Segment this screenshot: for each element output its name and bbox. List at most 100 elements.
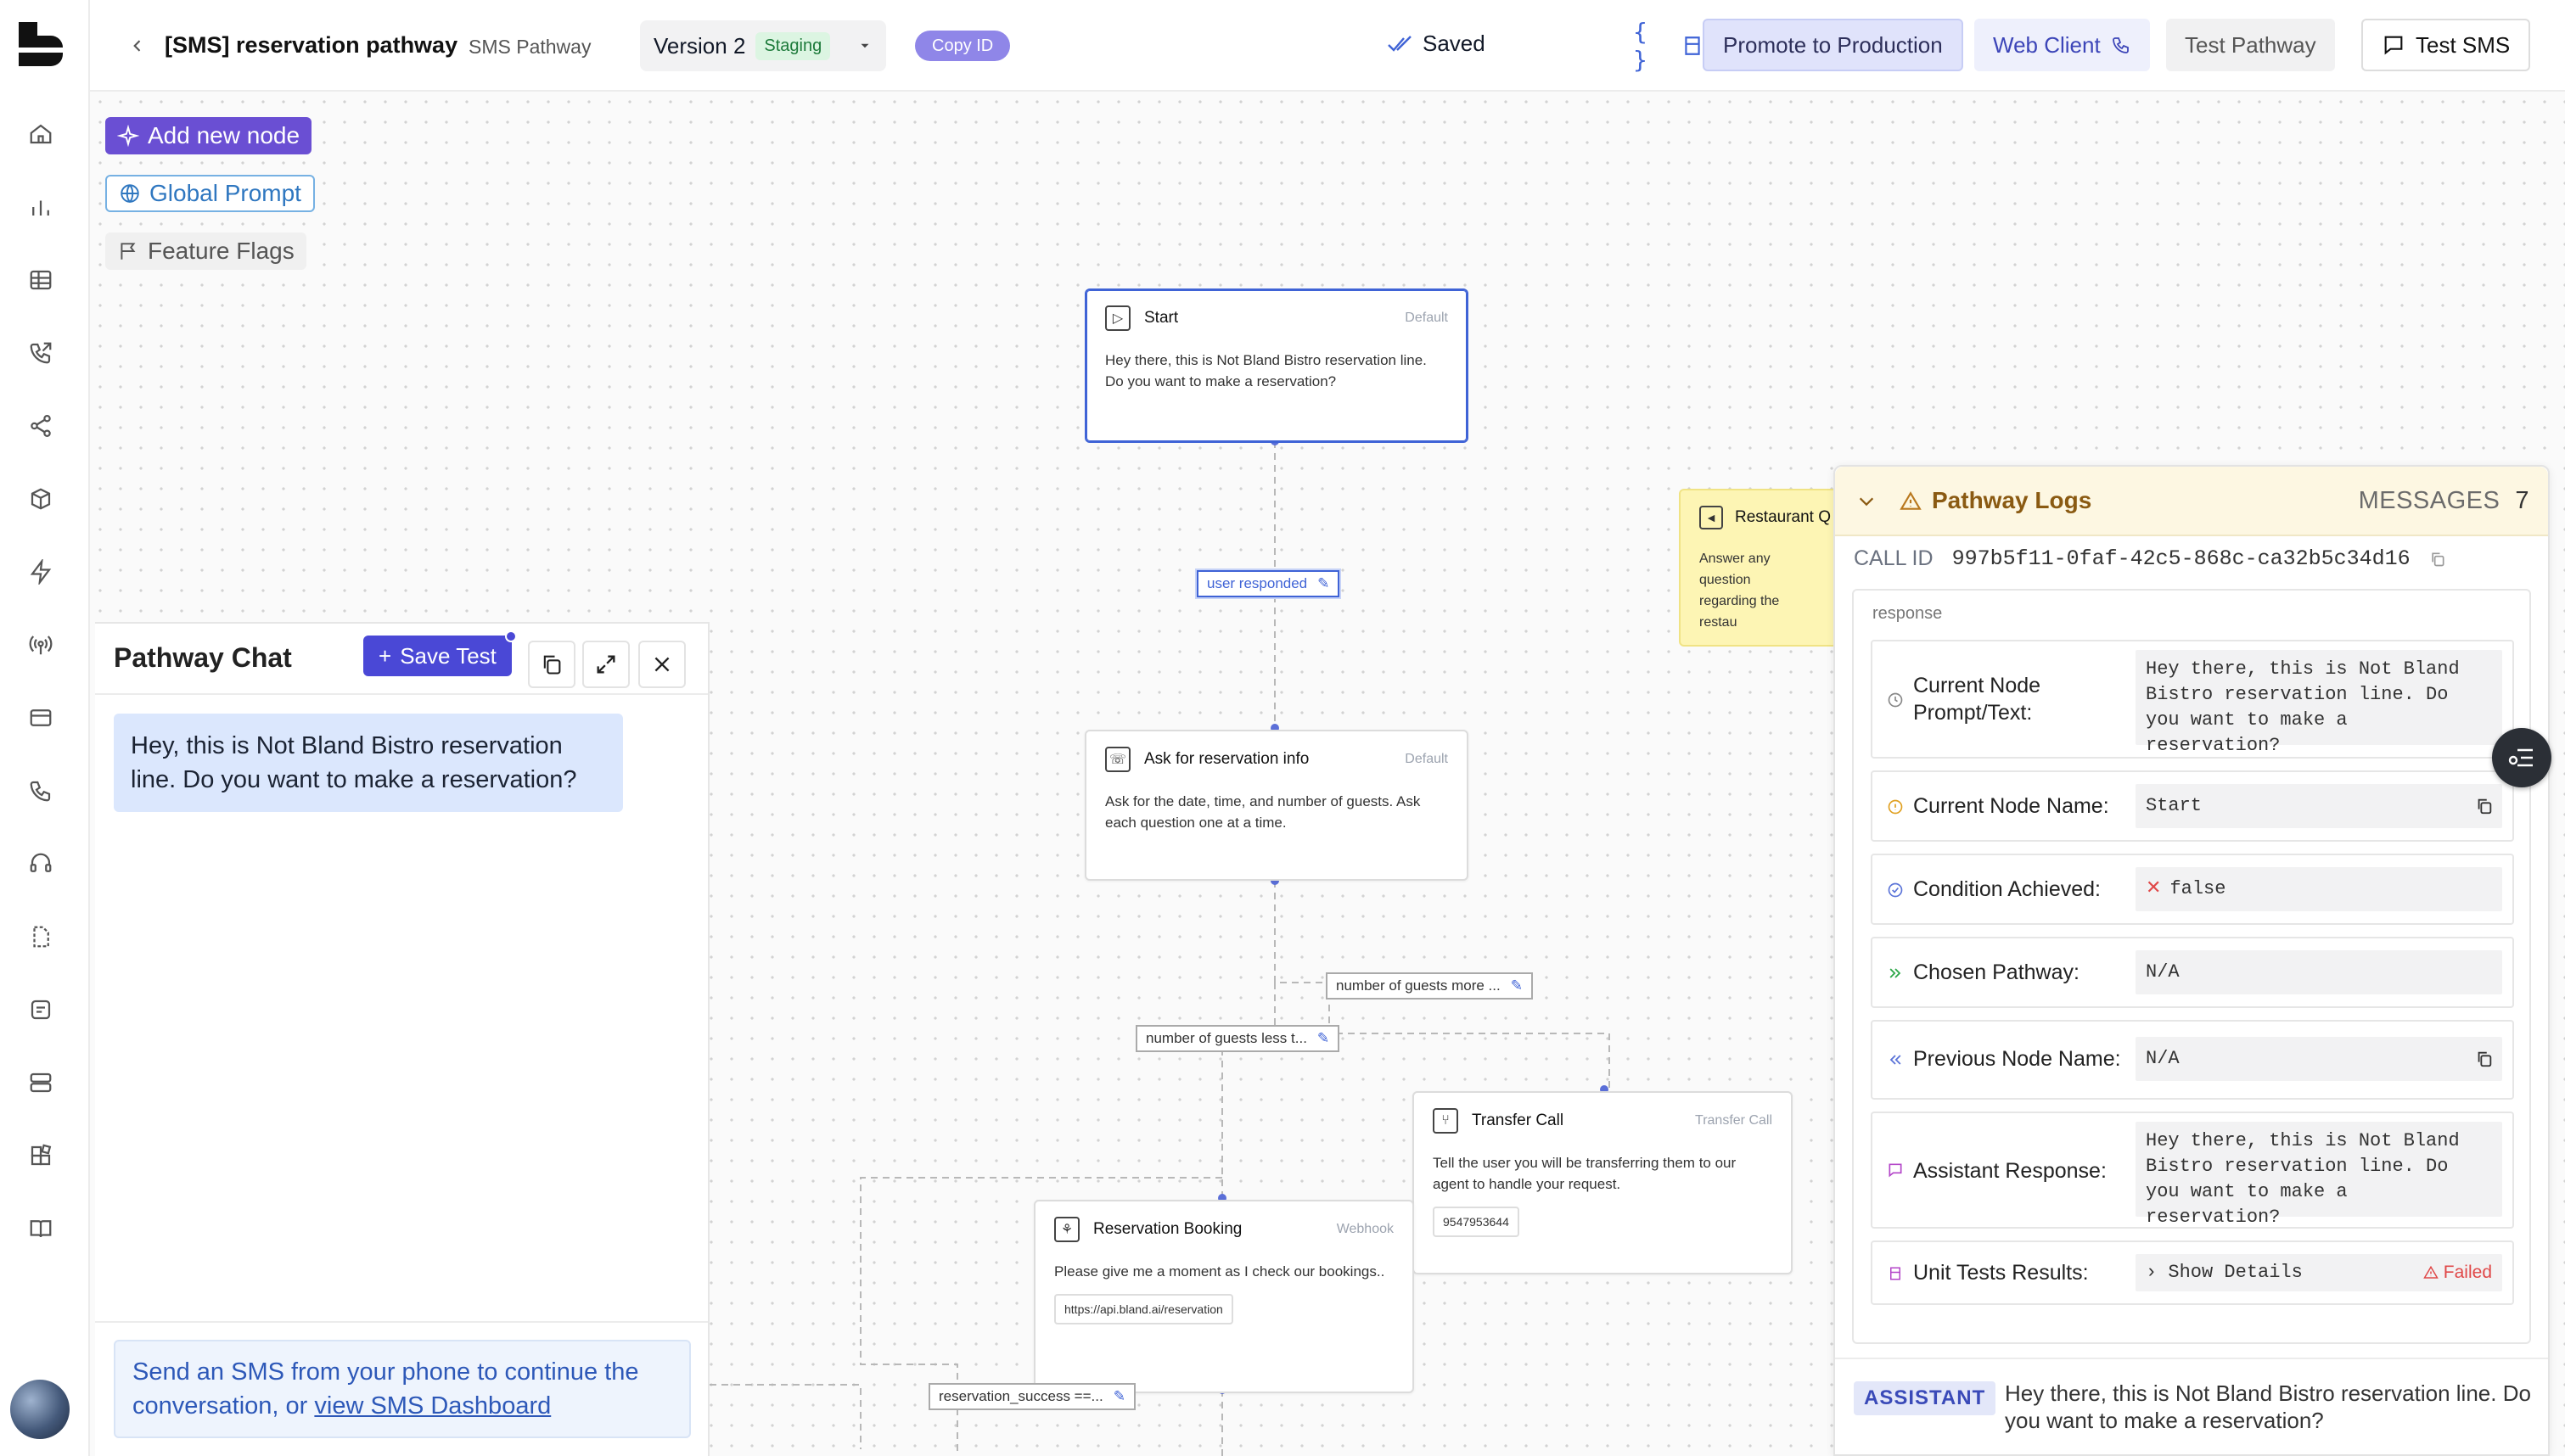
chevron-left-icon <box>133 40 141 52</box>
node-ask-reservation-info[interactable]: ☏ Ask for reservation info Default Ask f… <box>1085 730 1468 881</box>
book-icon[interactable] <box>25 1213 56 1244</box>
save-test-button[interactable]: + Save Test <box>363 630 517 676</box>
page-title: [SMS] reservation pathway <box>165 32 458 58</box>
edge-label-user-responded[interactable]: user responded ✎ <box>1197 570 1340 597</box>
node-body: Hey there, this is Not Bland Bistro rese… <box>1105 352 1427 389</box>
bolt-icon[interactable] <box>25 557 56 587</box>
chevrons-left-icon <box>1886 1050 1905 1069</box>
log-row-value: N/A <box>2136 1037 2502 1081</box>
logs-title: Pathway Logs <box>1932 487 2092 513</box>
list-icon <box>2508 748 2533 767</box>
notification-dot <box>504 630 517 642</box>
log-row-unit-tests: Unit Tests Results: › Show Details Faile… <box>1871 1240 2514 1305</box>
copy-id-button[interactable]: Copy ID <box>915 31 1011 61</box>
logs-header[interactable]: Pathway Logs MESSAGES 7 <box>1835 467 2548 536</box>
log-row-condition: Condition Achieved: ✕ false <box>1871 854 2514 925</box>
pencil-icon[interactable]: ✎ <box>1511 977 1523 994</box>
message-icon[interactable] <box>25 994 56 1025</box>
headset-icon[interactable] <box>25 848 56 879</box>
edge-label-reservation-success[interactable]: reservation_success ==... ✎ <box>929 1383 1136 1410</box>
chart-icon[interactable] <box>25 192 56 222</box>
web-client-button[interactable]: Web Client <box>1974 19 2150 71</box>
server-icon[interactable] <box>25 1067 56 1098</box>
show-details-toggle[interactable]: › Show Details <box>2146 1260 2303 1285</box>
page-subtitle: SMS Pathway <box>469 36 592 58</box>
chat-title: Pathway Chat <box>114 642 292 673</box>
logo[interactable] <box>15 19 66 70</box>
log-row-value: Start <box>2136 784 2502 828</box>
code-braces-button[interactable]: { } <box>1633 18 1664 74</box>
messages-count: MESSAGES 7 <box>2358 487 2529 514</box>
view-sms-dashboard-link[interactable]: view SMS Dashboard <box>314 1392 551 1420</box>
megaphone-icon: ◄ <box>1699 506 1723 529</box>
version-label: Version 2 <box>654 32 746 59</box>
node-reservation-booking[interactable]: ⚘ Reservation Booking Webhook Please giv… <box>1034 1200 1414 1393</box>
chat-footer: Send an SMS from your phone to continue … <box>95 1321 708 1456</box>
pencil-icon[interactable]: ✎ <box>1317 1030 1329 1047</box>
promote-to-production-button[interactable]: Promote to Production <box>1703 19 1963 71</box>
x-icon: ✕ <box>2146 878 2162 899</box>
card-icon[interactable] <box>25 703 56 733</box>
edge-label-guests-less[interactable]: number of guests less t... ✎ <box>1136 1025 1340 1052</box>
close-icon <box>654 657 670 672</box>
node-title: Reservation Booking <box>1093 1220 1243 1238</box>
avatar[interactable] <box>10 1380 70 1439</box>
node-body: Ask for the date, time, and number of gu… <box>1105 793 1421 831</box>
edge-label-text: number of guests more ... <box>1336 977 1501 994</box>
version-selector[interactable]: Version 2 Staging <box>640 20 886 71</box>
node-type: Webhook <box>1336 1222 1394 1236</box>
pencil-icon[interactable]: ✎ <box>1317 575 1329 592</box>
node-start[interactable]: ▷ Start Default Hey there, this is Not B… <box>1085 288 1468 443</box>
table-icon[interactable] <box>25 265 56 295</box>
expand-chat-button[interactable] <box>582 641 630 688</box>
pencil-icon[interactable]: ✎ <box>1114 1388 1125 1405</box>
blocks-icon[interactable] <box>25 1140 56 1171</box>
pathway-chat-panel: Pathway Chat + Save Test Hey, this is No… <box>95 622 710 1456</box>
test-sms-button[interactable]: Test SMS <box>2361 19 2531 71</box>
home-icon[interactable] <box>25 119 56 149</box>
test-pathway-button[interactable]: Test Pathway <box>2166 19 2335 71</box>
node-transfer-call[interactable]: ⑂ Transfer Call Transfer Call Tell the u… <box>1412 1091 1793 1274</box>
node-title: Transfer Call <box>1472 1112 1564 1129</box>
chevron-down-icon[interactable] <box>1855 492 1877 511</box>
pathway-logs-panel: Pathway Logs MESSAGES 7 CALL ID 997b5f11-… <box>1833 465 2550 1456</box>
phone-outgoing-icon[interactable] <box>25 338 56 368</box>
edge-label-text: reservation_success ==... <box>939 1388 1103 1404</box>
edge-label-guests-more[interactable]: number of guests more ... ✎ <box>1326 972 1533 1000</box>
back-button[interactable] <box>122 31 153 61</box>
message-square-icon <box>1886 1161 1905 1179</box>
save-test-label: Save Test <box>400 642 497 669</box>
call-id: CALL ID 997b5f11-0faf-42c5-868c-ca32b5c3… <box>1854 546 2446 571</box>
unit-test-status: Failed <box>2422 1260 2492 1285</box>
edge-label-text: number of guests less t... <box>1146 1030 1307 1046</box>
chat-bubble-icon <box>2384 36 2403 55</box>
copy-chat-button[interactable] <box>528 641 575 688</box>
phone-icon <box>2112 37 2129 53</box>
braces-icon: { } <box>1633 18 1647 74</box>
log-row-label: Chosen Pathway: <box>1913 960 2080 984</box>
copy-icon[interactable] <box>2475 797 2494 815</box>
broadcast-icon[interactable] <box>25 630 56 660</box>
saved-label: Saved <box>1423 31 1485 56</box>
staging-badge: Staging <box>755 31 831 60</box>
info-icon <box>1886 798 1905 816</box>
copy-icon[interactable] <box>2429 551 2446 568</box>
logs-toggle-button[interactable] <box>2492 728 2551 787</box>
log-row-value: Hey there, this is Not Bland Bistro rese… <box>2136 650 2502 756</box>
share-icon[interactable] <box>25 411 56 441</box>
phone-icon[interactable] <box>25 776 56 806</box>
warning-icon <box>1900 491 1922 510</box>
log-row-label: Condition Achieved: <box>1913 877 2101 901</box>
log-entry: response Current Node Prompt/Text: Hey t… <box>1852 589 2531 1344</box>
node-type: Transfer Call <box>1695 1113 1772 1128</box>
cube-icon[interactable] <box>25 484 56 514</box>
document-icon[interactable] <box>25 921 56 952</box>
node-body: Please give me a moment as I check our b… <box>1054 1263 1385 1280</box>
close-chat-button[interactable] <box>638 641 686 688</box>
transfer-number: 9547953644 <box>1433 1207 1519 1237</box>
log-row-value: › Show Details Failed <box>2136 1254 2502 1291</box>
copy-icon[interactable] <box>2475 1050 2494 1068</box>
copy-icon <box>543 655 561 675</box>
chat-message-assistant: Hey, this is Not Bland Bistro reservatio… <box>114 714 623 812</box>
log-row-chosen-pathway: Chosen Pathway: N/A <box>1871 937 2514 1008</box>
